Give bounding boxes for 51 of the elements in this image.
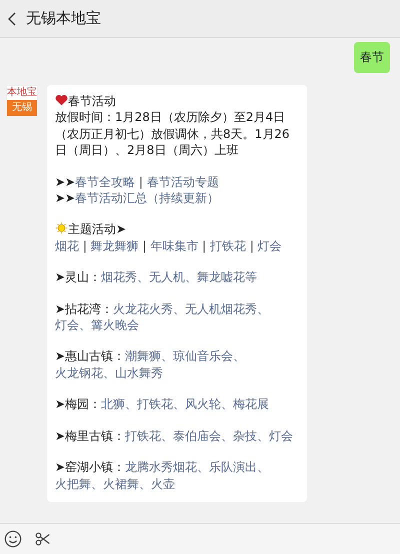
message-paragraph: ➤梅园：北狮、打铁花、风火轮、梅花展	[55, 396, 270, 413]
chat-title: 无锡本地宝	[26, 9, 101, 28]
link[interactable]: 年味集市	[150, 238, 198, 253]
message-paragraph: ➤➤春节全攻略 | 春节活动专题	[55, 174, 220, 190]
link[interactable]: 火裙舞	[103, 476, 139, 490]
message-paragraph: ➤梅里古镇：打铁花、泰伯庙会、杂技、灯会	[55, 428, 294, 444]
link[interactable]: 火壶	[151, 476, 175, 490]
link[interactable]: 灯会	[258, 238, 282, 253]
message-paragraph: 春节活动	[55, 93, 299, 110]
link[interactable]: 火把舞	[55, 476, 91, 490]
link[interactable]: 烟花秀	[101, 270, 138, 284]
link[interactable]: 梅花展	[233, 397, 270, 412]
link[interactable]: 打铁花	[125, 428, 162, 443]
link[interactable]: 春节全攻略	[75, 174, 136, 189]
link[interactable]: 龙腾水秀烟花	[125, 460, 198, 474]
link[interactable]: 春节活动汇总（持续更新）	[75, 191, 220, 206]
link[interactable]: 火龙花火秀	[113, 302, 174, 316]
link[interactable]: 打铁花	[210, 238, 246, 253]
message-paragraph: ➤灵山：烟花秀、无人机、舞龙嘘花等	[55, 269, 258, 286]
sun-icon	[55, 222, 68, 234]
message-paragraph: ➤窑湖小镇：龙腾水秀烟花、乐队演出、 火把舞、火裙舞、火壶	[55, 459, 270, 492]
link[interactable]: 篝火晚会	[91, 318, 139, 332]
link[interactable]: 火龙钢花	[55, 366, 103, 380]
link[interactable]: 烟花	[55, 238, 79, 253]
back-icon[interactable]	[8, 12, 16, 26]
link[interactable]: 舞龙舞狮	[90, 238, 139, 253]
link[interactable]: 灯会	[55, 318, 79, 332]
link[interactable]: 乐队演出	[209, 460, 258, 474]
scissors-icon[interactable]	[34, 530, 52, 548]
message-paragraph: ➤惠山古镇：潮舞狮、琼仙音乐会、 火龙钢花、山水舞秀	[55, 348, 246, 382]
message-paragraph: 放假时间：1月28日（农历除夕）至2月4日（农历正月初七）放假调休，共8天。1月26日（周日）、2月8日（周六）上班	[55, 109, 291, 159]
link[interactable]: 北狮	[101, 397, 126, 412]
link[interactable]: 无人机	[149, 270, 186, 284]
message-paragraph: 主题活动➤ 烟花 | 舞龙舞狮 | 年味集市 | 打铁花 | 灯会	[55, 221, 283, 254]
link[interactable]: 山水舞秀	[115, 366, 163, 380]
link[interactable]: 风火轮	[185, 397, 222, 412]
message-paragraph: ➤➤春节活动汇总（持续更新）	[55, 190, 220, 206]
sent-message: 春节	[354, 42, 390, 73]
link[interactable]: 琼仙音乐会	[173, 349, 234, 364]
emoji-icon[interactable]	[4, 530, 22, 548]
link[interactable]: 杂技	[233, 428, 258, 443]
link[interactable]: 潮舞狮	[125, 349, 162, 364]
link[interactable]: 打铁花	[137, 397, 174, 412]
link[interactable]: 泰伯庙会	[173, 428, 222, 443]
link[interactable]: 灯会	[269, 428, 294, 443]
link[interactable]: 春节活动专题	[146, 174, 219, 189]
message-paragraph: ➤拈花湾：火龙花火秀、无人机烟花秀、 灯会、篝火晚会	[55, 300, 270, 334]
avatar-logo: 本地宝 无锡	[6, 85, 38, 117]
link[interactable]: 无人机烟花秀	[185, 302, 258, 316]
link[interactable]: 舞龙嘘花等	[197, 270, 258, 284]
heart-icon	[55, 94, 68, 106]
